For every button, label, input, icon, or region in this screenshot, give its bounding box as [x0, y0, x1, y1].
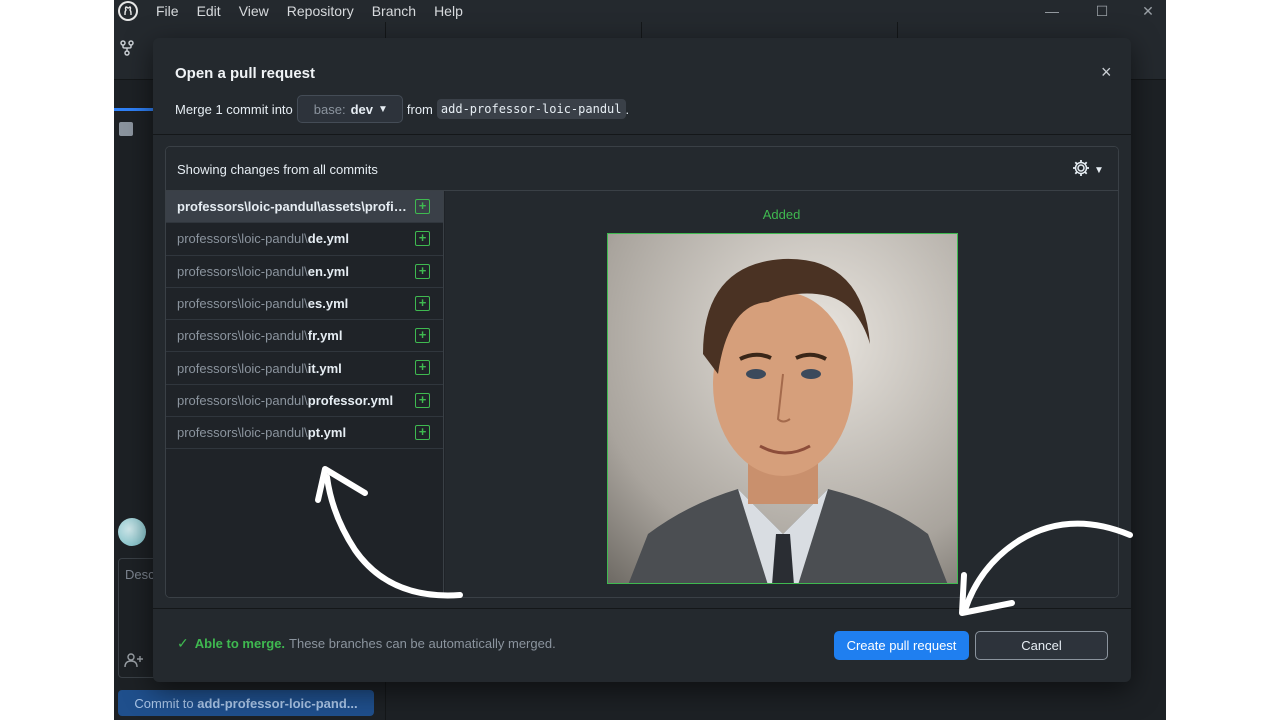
file-added-icon: +	[415, 263, 430, 279]
commit-button-prefix: Commit to	[134, 695, 198, 711]
file-path: professors\loic-pandul\	[177, 360, 308, 376]
footer-divider	[153, 608, 1131, 609]
file-added-icon: +	[415, 231, 430, 247]
file-row[interactable]: professors\loic-pandul\ professor.yml +	[166, 385, 443, 418]
file-added-icon: +	[415, 425, 430, 441]
menu-file[interactable]: File	[156, 3, 179, 19]
menu-edit[interactable]: Edit	[197, 3, 221, 19]
file-name: en.yml	[307, 263, 349, 279]
create-pull-request-button[interactable]: Create pull request	[834, 631, 969, 660]
file-row[interactable]: professors\loic-pandul\ de.yml +	[166, 223, 443, 256]
file-row[interactable]: professors\loic-pandul\assets\profile.pn…	[166, 191, 443, 224]
menu-branch[interactable]: Branch	[372, 3, 416, 19]
file-path: professors\loic-pandul\	[177, 231, 308, 247]
gear-icon	[1072, 159, 1090, 182]
base-prefix: base:	[313, 101, 346, 117]
changes-header: Showing changes from all commits	[177, 162, 378, 177]
source-branch: add-professor-loic-pandul	[436, 99, 626, 119]
github-logo-icon	[118, 1, 138, 21]
file-path: professors\loic-pandul\	[177, 263, 308, 279]
avatar	[118, 518, 146, 546]
file-added-icon: +	[415, 328, 430, 344]
file-path: professors\loic-pandul\assets\profile.pn…	[177, 199, 409, 215]
file-path: professors\loic-pandul\	[177, 425, 308, 441]
base-branch-button[interactable]: base: dev ▼	[296, 95, 403, 123]
chevron-down-icon: ▼	[1094, 165, 1104, 176]
from-text: from	[406, 101, 433, 117]
merge-text: Merge 1 commit into	[175, 101, 293, 117]
close-icon[interactable]: ×	[1101, 62, 1112, 83]
diff-settings-button[interactable]: ▼	[1072, 159, 1104, 182]
file-name: fr.yml	[307, 328, 343, 344]
menu-repository[interactable]: Repository	[287, 3, 354, 19]
file-row[interactable]: professors\loic-pandul\ pt.yml +	[166, 417, 443, 450]
add-coauthor-icon[interactable]	[124, 652, 144, 671]
file-row[interactable]: professors\loic-pandul\ fr.yml +	[166, 320, 443, 353]
merge-status: ✓ Able to merge. These branches can be a…	[177, 635, 556, 652]
file-path: professors\loic-pandul\	[177, 296, 308, 312]
period: .	[625, 101, 630, 117]
file-name: es.yml	[307, 296, 349, 312]
file-row[interactable]: professors\loic-pandul\ es.yml +	[166, 288, 443, 321]
repo-fork-icon	[120, 40, 134, 60]
diff-header: Showing changes from all commits ▼	[166, 147, 1118, 191]
commit-button[interactable]: Commit to add-professor-loic-pand...	[118, 690, 374, 716]
menu-view[interactable]: View	[239, 3, 269, 19]
commit-button-branch: add-professor-loic-pand...	[197, 695, 358, 711]
minimize-button[interactable]: —	[1032, 0, 1072, 22]
check-icon: ✓	[177, 635, 189, 651]
file-row[interactable]: professors\loic-pandul\ it.yml +	[166, 352, 443, 385]
file-row[interactable]: professors\loic-pandul\ en.yml +	[166, 256, 443, 288]
merge-status-ok: Able to merge.	[194, 636, 286, 651]
merge-status-detail: These branches can be automatically merg…	[289, 636, 556, 651]
file-name: pt.yml	[307, 425, 347, 441]
merge-summary: Merge 1 commit into base: dev ▼ from add…	[175, 95, 629, 123]
dialog-title: Open a pull request	[175, 65, 316, 82]
file-name: de.yml	[307, 231, 349, 247]
base-value: dev	[350, 101, 373, 117]
file-path: professors\loic-pandul\	[177, 392, 308, 408]
close-window-button[interactable]: ✕	[1128, 0, 1166, 22]
file-name: professor.yml	[307, 392, 394, 408]
cancel-button[interactable]: Cancel	[975, 631, 1108, 660]
file-added-icon: +	[415, 392, 430, 408]
profile-image	[607, 233, 958, 584]
changes-tab-indicator	[114, 108, 154, 111]
chevron-down-icon: ▼	[377, 103, 388, 115]
divider	[153, 134, 1131, 135]
image-preview: Added	[445, 191, 1118, 597]
added-label: Added	[762, 207, 801, 222]
file-added-icon: +	[415, 360, 430, 376]
file-name: it.yml	[307, 360, 342, 376]
file-added-icon: +	[415, 295, 430, 311]
select-all-checkbox[interactable]	[119, 122, 133, 136]
diff-panel: Showing changes from all commits ▼ profe…	[165, 146, 1119, 598]
file-path: professors\loic-pandul\	[177, 328, 308, 344]
menu-help[interactable]: Help	[434, 3, 463, 19]
menu-bar: File Edit View Repository Branch Help	[114, 0, 1166, 22]
changed-files-list: professors\loic-pandul\assets\profile.pn…	[166, 191, 444, 597]
pull-request-dialog: Open a pull request × Merge 1 commit int…	[153, 38, 1131, 682]
maximize-button[interactable]: ☐	[1082, 0, 1122, 22]
file-added-icon: +	[415, 199, 430, 214]
